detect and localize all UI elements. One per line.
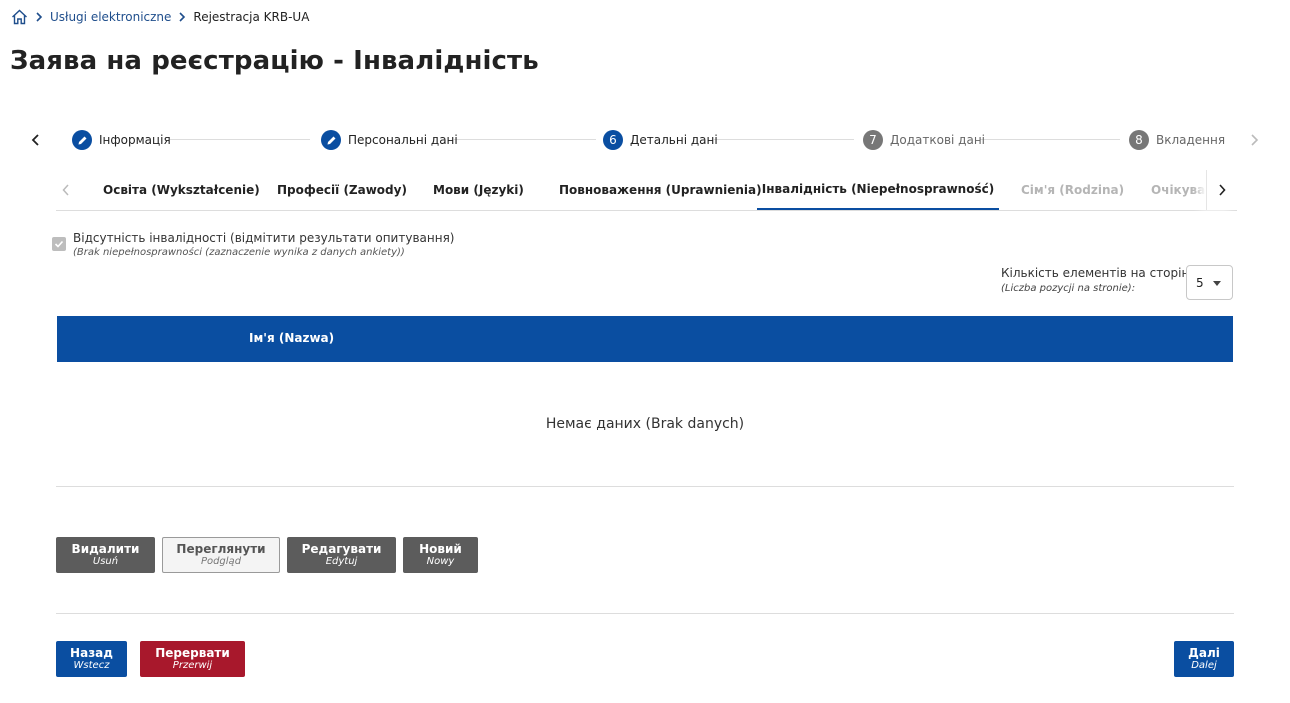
step-additional-data[interactable]: 7 Додаткові дані [863,129,985,151]
pencil-icon [72,130,92,150]
step-personal-data[interactable]: Персональні дані [321,129,458,151]
tab-permissions[interactable]: Повноваження (Uprawnienia) [559,170,762,210]
step-attachments[interactable]: 8 Вкладення [1129,129,1225,151]
column-header-name[interactable]: Ім'я (Nazwa) [249,331,334,345]
page-size-label: Кількість елементів на сторінці [1001,266,1201,280]
stepper-next-button[interactable] [1244,130,1264,150]
next-button-sublabel: Dalej [1191,660,1217,672]
step-connector [980,139,1120,140]
breadcrumb-current: Rejestracja KRB-UA [193,10,310,24]
tab-education[interactable]: Освіта (Wykształcenie) [103,170,260,210]
no-disability-checkbox[interactable] [52,237,66,251]
abort-button-label: Перервати [155,645,230,660]
breadcrumb: Usługi elektroniczne Rejestracja KRB-UA [10,8,309,26]
delete-button[interactable]: Видалити Usuń [56,537,155,573]
tab-disability[interactable]: Інвалідність (Niepełnosprawność) [757,170,999,210]
step-connector [170,139,310,140]
step-label: Додаткові дані [890,133,985,147]
abort-button-sublabel: Przerwij [172,660,213,672]
page-size-value: 5 [1196,275,1204,290]
page-size-select[interactable]: 5 [1186,265,1233,300]
new-button[interactable]: Новий Nowy [403,537,478,573]
step-information[interactable]: Інформація [72,129,171,151]
delete-button-label: Видалити [71,541,140,556]
edit-button-label: Редагувати [301,541,382,556]
step-label: Інформація [99,133,171,147]
next-button-label: Далі [1188,645,1220,660]
next-button[interactable]: Далі Dalej [1174,641,1234,677]
tabs-next-button[interactable] [1206,170,1236,210]
home-icon[interactable] [10,8,28,26]
delete-button-sublabel: Usuń [92,556,119,568]
edit-button-sublabel: Edytuj [325,556,358,568]
step-connector [714,139,854,140]
divider [56,486,1234,487]
empty-table-message: Немає даних (Brak danych) [545,416,745,432]
page-size-sublabel: (Liczba pozycji na stronie): [1001,283,1136,294]
divider [56,613,1234,614]
new-button-sublabel: Nowy [426,556,455,568]
breadcrumb-link-services[interactable]: Usługi elektroniczne [50,10,171,24]
chevron-right-icon [171,12,193,22]
step-label: Детальні дані [630,133,718,147]
checkbox-sublabel: (Brak niepełnosprawności (zaznaczenie wy… [73,247,405,258]
step-connector [454,139,596,140]
page-size-control: Кількість елементів на сторінці (Liczba … [1001,265,1234,301]
tab-bar: Освіта (Wykształcenie) Професії (Zawody)… [56,170,1237,211]
caret-down-icon [1213,281,1221,286]
stepper-prev-button[interactable] [26,130,46,150]
tab-languages[interactable]: Мови (Języki) [433,170,524,210]
checkbox-label: Відсутність інвалідності (відмітити резу… [73,231,455,245]
step-number: 6 [603,130,623,150]
tabs-prev-button[interactable] [54,170,78,210]
edit-button[interactable]: Редагувати Edytuj [287,537,396,573]
tab-family: Сім'я (Rodzina) [1021,183,1125,197]
no-disability-checkbox-row: Відсутність інвалідності (відмітити резу… [52,231,454,258]
new-button-label: Новий [419,541,462,556]
step-label: Персональні дані [348,133,458,147]
view-button[interactable]: Переглянути Podgląd [162,537,280,573]
view-button-label: Переглянути [176,541,266,556]
back-button-sublabel: Wstecz [73,660,110,672]
step-number: 8 [1129,130,1149,150]
tab-professions[interactable]: Професії (Zawody) [277,170,407,210]
back-button[interactable]: Назад Wstecz [56,641,127,677]
step-number: 7 [863,130,883,150]
step-label: Вкладення [1156,133,1226,147]
abort-button[interactable]: Перервати Przerwij [140,641,245,677]
page-title: Заява на реєстрацію - Інвалідність [10,46,539,76]
stepper: Інформація Персональні дані 6 Детальні д… [22,126,1268,154]
back-button-label: Назад [70,645,113,660]
chevron-right-icon [28,12,50,22]
tab-expectations: Очікування (Oczekiwania) [1151,183,1211,197]
view-button-sublabel: Podgląd [200,556,242,568]
pencil-icon [321,130,341,150]
step-detailed-data[interactable]: 6 Детальні дані [603,129,718,151]
table-header: Ім'я (Nazwa) [57,316,1233,362]
